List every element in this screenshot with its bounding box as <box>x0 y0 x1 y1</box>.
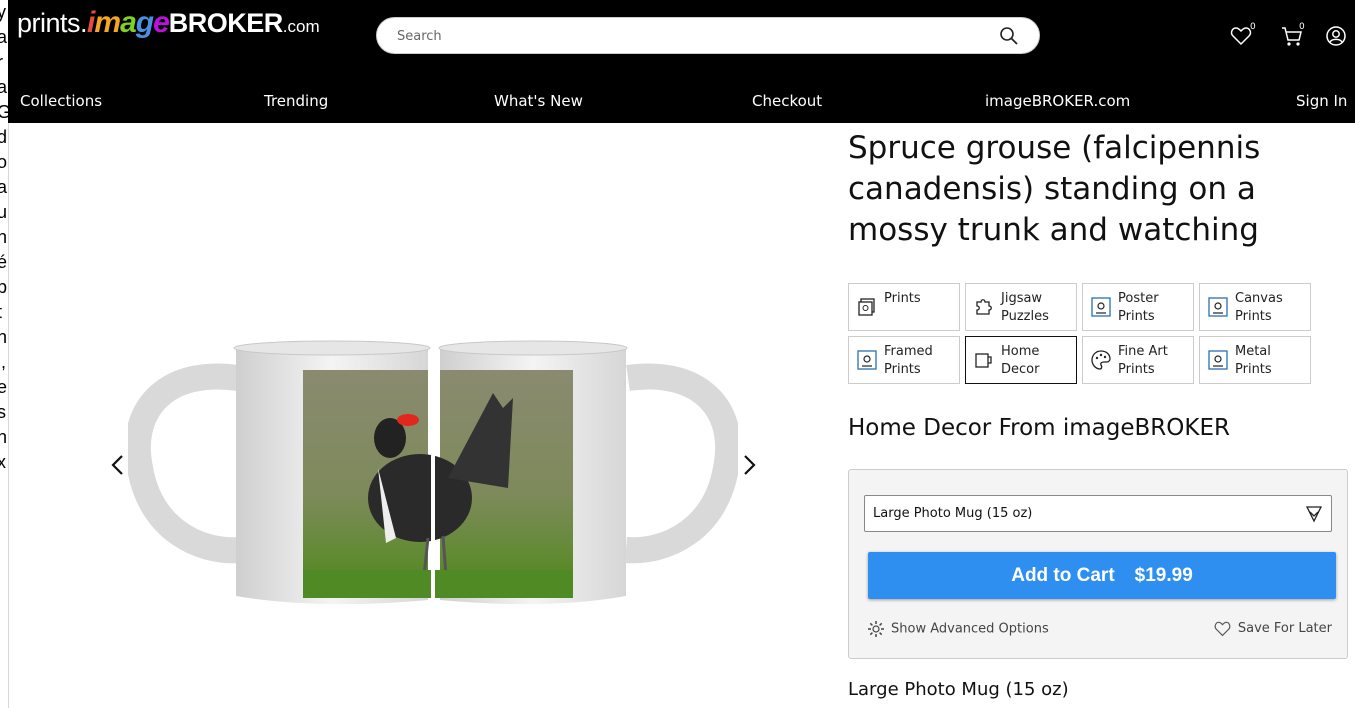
search-input[interactable] <box>395 24 989 49</box>
strip-text: o <box>0 150 8 175</box>
logo-text-broker: BROKER <box>168 8 284 38</box>
strip-text: n <box>0 325 8 350</box>
product-title: Spruce grouse (falcipennis canadensis) s… <box>848 130 1261 248</box>
category-label: Framed Prints <box>884 344 933 377</box>
canvas-icon <box>1208 297 1228 317</box>
poster-icon <box>1091 297 1111 317</box>
palette-icon <box>1091 350 1111 370</box>
price-label: $19.99 <box>1134 564 1193 586</box>
strip-text: a <box>0 25 8 50</box>
category-label: Canvas Prints <box>1235 291 1283 324</box>
chevron-left-icon[interactable] <box>108 453 128 477</box>
chevron-right-icon[interactable] <box>739 453 759 477</box>
search-bar <box>376 17 1040 54</box>
strip-text: r <box>0 50 8 75</box>
strip-text: y <box>0 0 8 25</box>
framed-icon <box>857 350 877 370</box>
strip-text: a <box>0 175 8 200</box>
advanced-options-label: Show Advanced Options <box>891 621 1049 637</box>
category-poster-prints[interactable]: Poster Prints <box>1082 283 1194 331</box>
category-label: Jigsaw Puzzles <box>1001 291 1049 324</box>
product-option-title: Large Photo Mug (15 oz) <box>848 679 1069 700</box>
category-fine-art-prints[interactable]: Fine Art Prints <box>1082 336 1194 384</box>
nav-whats-new[interactable]: What's New <box>494 92 583 110</box>
wishlist-count-badge: 0 <box>1250 22 1256 32</box>
strip-text: e <box>0 375 8 400</box>
puzzle-icon <box>976 299 992 315</box>
strip-text: G <box>0 100 8 125</box>
metal-icon <box>1208 350 1228 370</box>
category-label: Metal Prints <box>1235 344 1272 377</box>
strip-text: n <box>0 225 8 250</box>
category-canvas-prints[interactable]: Canvas Prints <box>1199 283 1311 331</box>
save-for-later-label: Save For Later <box>1237 621 1332 636</box>
category-label: Prints <box>884 291 921 306</box>
product-option-select[interactable]: Large Photo Mug (15 oz) <box>864 495 1332 532</box>
dropdown-icon <box>1305 506 1323 523</box>
heart-icon <box>1214 621 1231 637</box>
add-to-cart-label: Add to Cart <box>1011 564 1115 586</box>
strip-text: n <box>0 425 8 450</box>
main-nav: Collections Trending What's New Checkout… <box>8 88 1355 118</box>
strip-text: a <box>0 75 8 100</box>
mug-product-image <box>128 340 738 605</box>
logo-text-com: .com <box>282 17 320 36</box>
category-framed-prints[interactable]: Framed Prints <box>848 336 960 384</box>
site-header: prints.imageBROKER.com 0 0 Collections T… <box>8 0 1355 123</box>
account-icon[interactable] <box>1324 24 1348 48</box>
nav-trending[interactable]: Trending <box>264 92 328 110</box>
nav-sign-in[interactable]: Sign In <box>1296 92 1347 110</box>
site-logo[interactable]: prints.imageBROKER.com <box>17 6 320 58</box>
category-label: Fine Art Prints <box>1118 344 1168 377</box>
logo-text-prints: prints. <box>17 8 88 38</box>
cart-count-badge: 0 <box>1299 22 1305 32</box>
category-label: Poster Prints <box>1118 291 1159 324</box>
strip-text: x <box>0 450 8 475</box>
strip-text: t <box>0 300 8 325</box>
purchase-panel: Large Photo Mug (15 oz) Add to Cart $19.9… <box>848 469 1348 659</box>
save-for-later-link[interactable]: Save For Later <box>1213 620 1332 637</box>
prints-icon <box>858 298 875 316</box>
strip-text: s <box>0 400 8 425</box>
add-to-cart-button[interactable]: Add to Cart $19.99 <box>868 552 1336 599</box>
category-jigsaw-puzzles[interactable]: Jigsaw Puzzles <box>965 283 1077 331</box>
strip-text: u <box>0 200 8 225</box>
category-prints[interactable]: Prints <box>848 283 960 331</box>
category-label: Home Decor <box>1001 344 1040 377</box>
strip-text: i, <box>0 352 6 372</box>
mug-icon <box>975 353 992 368</box>
show-advanced-options-link[interactable]: Show Advanced Options <box>867 620 1049 638</box>
gear-icon <box>868 621 884 637</box>
section-heading: Home Decor From imageBROKER <box>848 415 1230 441</box>
product-gallery <box>8 123 828 708</box>
strip-text: d <box>0 125 8 150</box>
nav-checkout[interactable]: Checkout <box>752 92 822 110</box>
logo-text-image: image <box>87 6 170 39</box>
category-metal-prints[interactable]: Metal Prints <box>1199 336 1311 384</box>
strip-text: p <box>0 275 8 300</box>
selected-option-text: Large Photo Mug (15 oz) <box>873 506 1033 521</box>
nav-imagebroker[interactable]: imageBROKER.com <box>985 92 1130 110</box>
category-home-decor[interactable]: Home Decor <box>965 336 1077 384</box>
nav-collections[interactable]: Collections <box>20 92 102 110</box>
strip-text: é <box>0 250 8 275</box>
search-icon[interactable] <box>999 26 1019 46</box>
